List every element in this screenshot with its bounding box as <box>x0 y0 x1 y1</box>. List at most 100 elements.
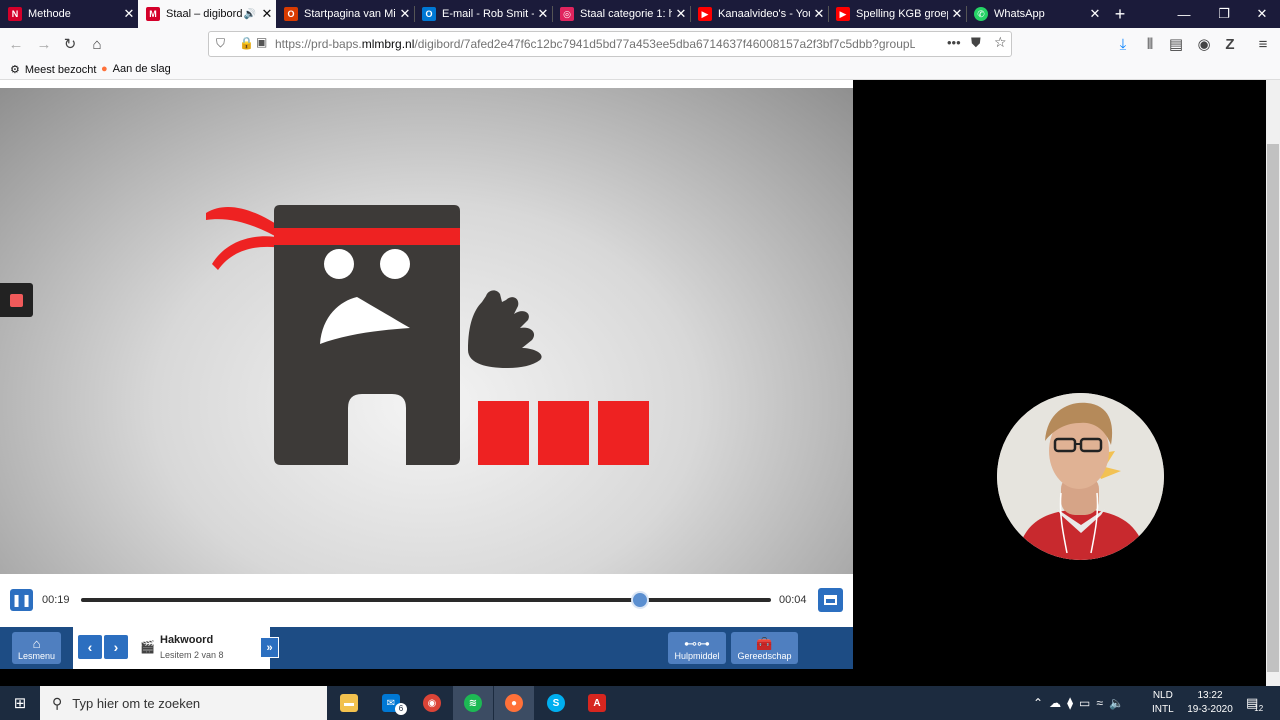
library-icon[interactable]: ⫴ <box>1140 34 1160 54</box>
headband-tail-lower <box>212 236 282 270</box>
pause-icon: ❚❚ <box>11 593 32 607</box>
taskbar-explorer[interactable]: ▬ <box>329 686 369 720</box>
red-square-3 <box>598 401 649 465</box>
speaker-icon[interactable]: 🔊 <box>244 9 256 20</box>
notification-count: 12 <box>1254 703 1264 713</box>
gear-icon: ⚙ <box>10 64 20 76</box>
close-window-button[interactable]: ✕ <box>1242 0 1280 28</box>
taskbar-chrome[interactable]: ◉ <box>412 686 452 720</box>
pocket-icon[interactable]: ⛊ <box>971 35 981 51</box>
tab-kanaalvideos[interactable]: ▶ Kanaalvideo's - You ✕ <box>690 0 828 28</box>
taskbar-acrobat[interactable]: A <box>577 686 617 720</box>
webcam-person-image <box>997 393 1164 560</box>
close-icon[interactable]: ✕ <box>948 6 966 22</box>
home-button[interactable]: ⌂ <box>87 34 107 54</box>
tab-whatsapp[interactable]: ✆ WhatsApp ✕ <box>966 0 1104 28</box>
reload-button[interactable]: ↻ <box>60 34 80 54</box>
lesitem-panel: ‹ › 🎬 Hakwoord Lesitem 2 van 8 <box>73 627 270 669</box>
dropbox-icon[interactable]: ⧫ <box>1067 696 1079 710</box>
chevron-up-icon[interactable]: ⌃ <box>1033 696 1049 710</box>
malmberg-icon: M <box>146 7 160 21</box>
bookmark-meest-bezocht[interactable]: ⚙ Meest bezocht <box>10 63 96 77</box>
taskbar-mail[interactable]: ✉ 6 <box>371 686 411 720</box>
youtube-icon: ▶ <box>698 7 712 21</box>
tab-label: Kanaalvideo's - You <box>718 8 810 20</box>
clock[interactable]: 13:22 19-3-2020 <box>1186 686 1234 720</box>
address-bar[interactable]: ⛉ 🔒 ▣ https://prd-baps.mlmbrg.nl/digibor… <box>208 31 1012 57</box>
language-indicator[interactable]: NLD INTL <box>1152 686 1174 720</box>
progress-thumb[interactable] <box>630 591 649 609</box>
download-icon[interactable]: ⤓ <box>1113 34 1133 54</box>
red-square-2 <box>538 401 589 465</box>
system-tray-icons[interactable]: ⌃ ☁ ⧫ ▭ ≈ 🔈 <box>1033 686 1130 720</box>
outlook-icon: O <box>422 7 436 21</box>
gereedschap-button[interactable]: 🧰 Gereedschap <box>731 632 798 664</box>
navigation-toolbar: ← → ↻ ⌂ ⛉ 🔒 ▣ https://prd-baps.mlmbrg.nl… <box>0 28 1280 60</box>
taskbar-search-box[interactable]: ⚲ Typ hier om te zoeken <box>40 686 327 720</box>
slider-icon: ⊷⊶ <box>684 636 710 651</box>
record-stop-button[interactable] <box>0 283 33 317</box>
next-item-button[interactable]: › <box>104 635 128 659</box>
mail-badge: 6 <box>395 703 407 715</box>
hulpmiddel-button[interactable]: ⊷⊶ Hulpmiddel <box>668 632 726 664</box>
previous-item-button[interactable]: ‹ <box>78 635 102 659</box>
close-icon[interactable]: ✕ <box>810 6 828 22</box>
search-icon: ⚲ <box>52 694 63 711</box>
fullscreen-button[interactable] <box>818 588 843 612</box>
close-icon[interactable]: ✕ <box>672 6 690 22</box>
start-button[interactable]: ⊞ <box>0 686 40 720</box>
spotify-icon: ≋ <box>464 694 482 712</box>
wifi-icon[interactable]: ≈ <box>1096 696 1109 710</box>
sidebar-icon[interactable]: ▤ <box>1166 34 1186 54</box>
progress-track[interactable] <box>81 598 771 602</box>
new-tab-button[interactable]: + <box>1100 0 1140 28</box>
forward-button[interactable]: → <box>34 34 54 54</box>
expand-button[interactable]: » <box>260 637 279 658</box>
back-button[interactable]: ← <box>6 34 26 54</box>
tab-label: WhatsApp <box>994 8 1045 20</box>
office-icon: O <box>284 7 298 21</box>
onedrive-icon[interactable]: ☁ <box>1049 696 1067 710</box>
taskbar-skype[interactable]: S <box>536 686 576 720</box>
search-placeholder: Typ hier om te zoeken <box>72 695 201 711</box>
tab-email[interactable]: O E-mail - Rob Smit - ✕ <box>414 0 552 28</box>
battery-icon[interactable]: ▭ <box>1079 696 1096 710</box>
minimize-button[interactable]: — <box>1164 0 1204 28</box>
taskbar-firefox[interactable]: ● <box>494 686 534 720</box>
window-icon <box>824 595 837 605</box>
lesmenu-button[interactable]: ⌂ Lesmenu <box>12 632 61 664</box>
left-eye <box>324 249 354 279</box>
chrome-icon: ◉ <box>423 694 441 712</box>
toolbox-icon: 🧰 <box>756 636 773 651</box>
restore-button[interactable]: ❐ <box>1204 0 1244 28</box>
tab-label: Startpagina van Mic <box>304 8 396 20</box>
volume-icon[interactable]: 🔈 <box>1109 696 1130 710</box>
url-text[interactable]: https://prd-baps.mlmbrg.nl/digibord/7afe… <box>275 37 915 51</box>
tab-label: Staal categorie 1: h <box>580 8 672 20</box>
bookmark-aan-de-slag[interactable]: ● Aan de slag <box>101 63 171 75</box>
close-icon[interactable]: ✕ <box>258 6 276 22</box>
star-icon[interactable]: ☆ <box>994 34 1007 51</box>
close-icon[interactable]: ✕ <box>396 6 414 22</box>
lesitem-title: Hakwoord <box>160 634 214 646</box>
tab-methode[interactable]: N Methode ✕ <box>0 0 138 28</box>
more-icon[interactable]: ••• <box>947 35 961 50</box>
page-scrollbar-thumb[interactable] <box>1267 144 1279 672</box>
shield-icon[interactable]: ⛉ <box>216 36 225 51</box>
zotero-icon[interactable]: Z <box>1220 34 1240 54</box>
tab-staal-categorie[interactable]: ◎ Staal categorie 1: h ✕ <box>552 0 690 28</box>
tab-spelling[interactable]: ▶ Spelling KGB groep ✕ <box>828 0 966 28</box>
tab-startpagina[interactable]: O Startpagina van Mic ✕ <box>276 0 414 28</box>
taskbar-spotify[interactable]: ≋ <box>453 686 493 720</box>
menu-icon[interactable]: ≡ <box>1253 34 1273 54</box>
pause-button[interactable]: ❚❚ <box>10 589 33 611</box>
close-icon[interactable]: ✕ <box>120 6 138 22</box>
acrobat-icon: A <box>588 694 606 712</box>
video-player[interactable] <box>0 88 853 574</box>
lock-icon[interactable]: 🔒 <box>239 36 254 50</box>
permissions-icon[interactable]: ▣ <box>256 35 267 49</box>
tab-staal-digibord[interactable]: M Staal – digibord 🔊 ✕ <box>138 0 276 28</box>
close-icon[interactable]: ✕ <box>534 6 552 22</box>
notification-center-button[interactable]: ▤ 12 <box>1246 686 1263 720</box>
account-icon[interactable]: ◉ <box>1194 34 1214 54</box>
